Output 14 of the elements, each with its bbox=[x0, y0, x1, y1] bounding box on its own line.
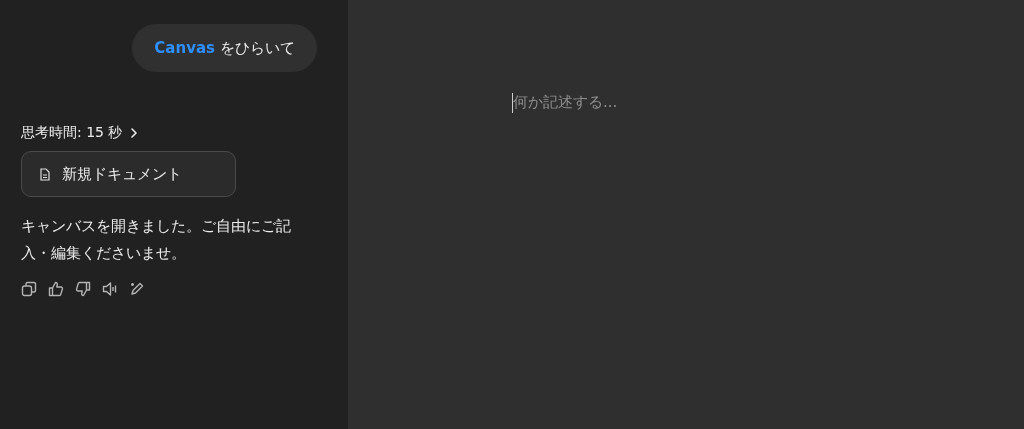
edit-icon[interactable] bbox=[129, 281, 145, 297]
copy-icon[interactable] bbox=[21, 281, 37, 297]
document-icon bbox=[40, 167, 50, 181]
message-text: をひらいて bbox=[220, 38, 295, 58]
thinking-toggle[interactable]: 思考時間: 15 秒 bbox=[21, 124, 139, 142]
canvas-mention: Canvas bbox=[154, 39, 215, 57]
chevron-icon bbox=[130, 127, 139, 139]
document-button[interactable]: 新規ドキュメント bbox=[21, 151, 236, 197]
speaker-icon[interactable] bbox=[102, 281, 118, 297]
thumbs-down-icon[interactable] bbox=[75, 281, 91, 297]
thumbs-up-icon[interactable] bbox=[48, 281, 64, 297]
text-cursor bbox=[512, 93, 513, 113]
editor-field[interactable]: 何か記述する... bbox=[512, 91, 833, 119]
reply-text: キャンバスを開きました。ご自由にご記入・編集くださいませ。 bbox=[21, 216, 292, 264]
